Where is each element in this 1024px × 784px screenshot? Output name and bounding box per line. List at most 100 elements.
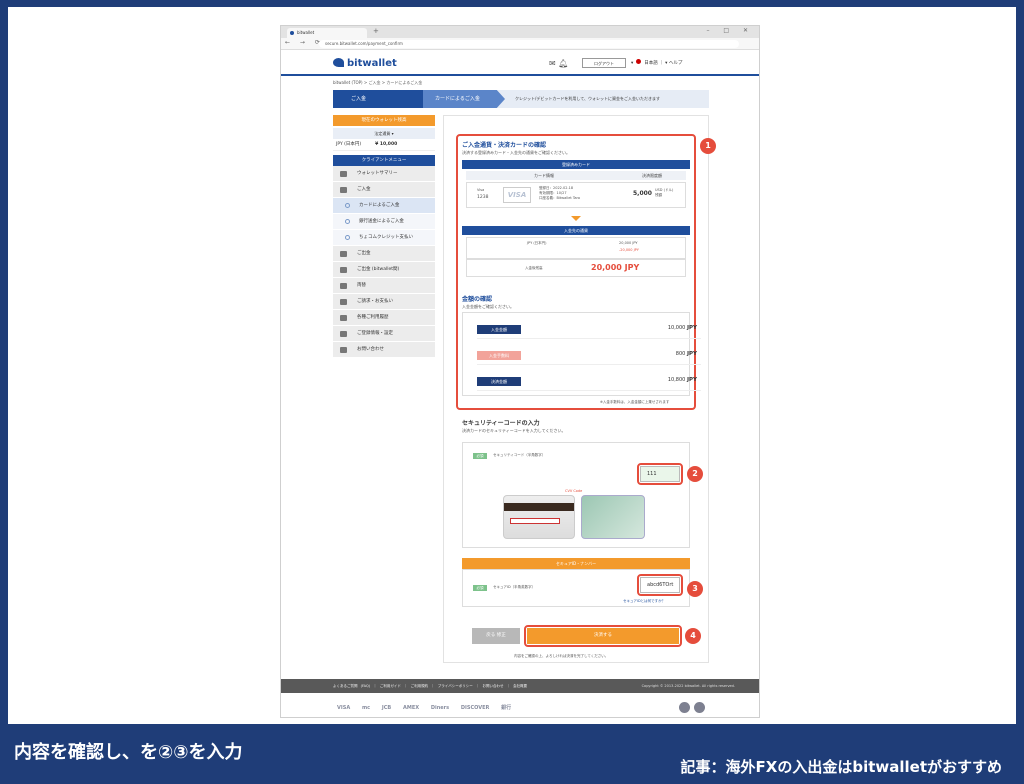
security-field-label: セキュリティコード（半角数字）	[493, 453, 546, 457]
amex-icon: AMEX	[402, 705, 420, 711]
amount-unit: JPY	[686, 351, 697, 357]
payment-logos: VISA mc JCB AMEX Diners DISCOVER 銀行	[337, 702, 707, 714]
japan-flag-icon	[636, 59, 642, 64]
header-icons[interactable]: ✉ 🔔︎	[549, 59, 568, 68]
help-link[interactable]: ヘルプ	[669, 61, 683, 66]
sidebar-menu: ウォレットサマリーご入金カードによるご入金 銀行送金によるご入金ちょコムクレジット…	[333, 166, 435, 358]
window-controls[interactable]: – □ ✕	[706, 27, 754, 34]
logo-text: bitwallet	[347, 58, 397, 69]
circle-icon	[345, 235, 350, 240]
step-bar: ご入金 カードによるご入金 クレジット/デビットカードを利用して、ウォレットに資…	[333, 90, 709, 108]
confirm-payment-button[interactable]: 決済する	[527, 628, 679, 644]
sidebar-item-label: ウォレットサマリー	[357, 171, 398, 176]
currency-select[interactable]: 法定通貨 ▾	[333, 128, 435, 139]
help-icon	[340, 347, 347, 353]
wallet-icon	[340, 171, 347, 177]
deposit-jpy1: 20,000 JPY	[619, 241, 638, 245]
sidebar-item[interactable]: ウォレットサマリー	[333, 166, 435, 182]
sidebar-item-label: お問い合わせ	[357, 347, 384, 352]
cvv-label: CVV Code	[565, 489, 583, 493]
diners-icon: Diners	[430, 705, 450, 711]
security-title: セキュリティーコードの入力	[462, 420, 540, 427]
sidebar-item[interactable]: ちょコムクレジット支払い	[333, 230, 435, 246]
sidebar-item[interactable]: ご登録情報・設定	[333, 326, 435, 342]
required-badge: 必須	[473, 453, 487, 459]
mail-icon[interactable]: ✉	[549, 59, 556, 68]
caption-left: 内容を確認し、を②③を入力	[14, 742, 243, 763]
step-badge-1: 1	[700, 138, 716, 154]
sidebar-item[interactable]: 銀行送金によるご入金	[333, 214, 435, 230]
sidebar-item[interactable]: 各種ご利用履歴	[333, 310, 435, 326]
card-back-image	[503, 495, 575, 539]
instagram-icon[interactable]	[679, 702, 690, 713]
security-code-input[interactable]: 111	[640, 466, 680, 482]
step-deposit: ご入金	[333, 90, 431, 108]
sidebar-item[interactable]: ご請求・お支払い	[333, 294, 435, 310]
limit-col: 決済限度額	[642, 173, 662, 178]
card-type: Visa	[477, 188, 485, 192]
deposit-total-row: 入金後残高 20,000 JPY	[466, 259, 686, 277]
mastercard-icon: mc	[361, 705, 371, 711]
secure-id-help-link[interactable]: セキュアIDとは何ですか？	[623, 599, 665, 604]
back-button[interactable]: 戻る 修正	[472, 628, 520, 644]
sidebar-item[interactable]: ご出金 (bitwallet間)	[333, 262, 435, 278]
deposit-currency: JPY (日本円)	[527, 241, 547, 245]
deposit-total-label: 入金後残高	[525, 266, 543, 270]
currency-select-label: 法定通貨	[374, 131, 391, 136]
secure-id-header: セキュアID・ナンバー	[462, 558, 690, 569]
step-badge-4: 4	[685, 628, 701, 644]
sidebar-item[interactable]: ご出金	[333, 246, 435, 262]
tab-title: bitwallet	[297, 30, 315, 35]
plus-icon[interactable]: +	[373, 27, 379, 35]
balance-header: 現在のウォレット残高	[333, 115, 435, 126]
confirm-title: ご入金通貨・決済カードの確認	[462, 142, 547, 149]
sidebar-item-label: 両替	[357, 283, 366, 288]
required-badge: 必須	[473, 585, 487, 591]
registered-card-row[interactable]: Visa 1238 VISA 登録日：2022.02.18 有効期限：10/27…	[466, 182, 686, 208]
card-last4: 1238	[477, 195, 489, 200]
tab-bar: bitwallet + – □ ✕	[281, 26, 759, 38]
sidebar-item-label: ご登録情報・設定	[357, 331, 393, 336]
bank-icon: 銀行	[501, 705, 512, 711]
amount-value: 10,000 JPY	[668, 325, 697, 331]
logo-icon	[333, 58, 344, 67]
deposit-total: 20,000 JPY	[591, 263, 640, 272]
amount-label: 入金手数料	[477, 351, 521, 360]
card-limit: 5,000	[633, 190, 652, 197]
amount-value: 800 JPY	[676, 351, 697, 357]
url-input[interactable]: secure.bitwallet.com/payment_confirm	[319, 40, 739, 48]
visa-logo-icon: VISA	[503, 187, 531, 203]
step-badge-2: 2	[687, 466, 703, 482]
footer-links[interactable]: よくあるご質問 (FAQ) ｜ ご利用ガイド ｜ ご利用規約 ｜ プライバシーポ…	[333, 679, 527, 693]
visa-icon: VISA	[337, 705, 351, 711]
amount-note: ※入金手数料は、入金金額に上乗せされます	[600, 400, 670, 404]
confirm-subtitle: 決済する登録済みカード・入金先の通貨をご確認ください。	[462, 150, 570, 155]
exchange-icon	[340, 283, 347, 289]
card-details: 登録日：2022.02.18 有効期限：10/27 口座名義：Bitwallet…	[539, 186, 581, 200]
amount-row: 入金金額 10,000 JPY	[477, 319, 701, 339]
deposit-currency-row: JPY (日本円) 20,000 JPY -20,000 JPY	[466, 237, 686, 259]
registered-card-header: 登録済みカード	[462, 160, 690, 169]
amount-label: 入金金額	[477, 325, 521, 334]
sidebar-item[interactable]: お問い合わせ	[333, 342, 435, 358]
security-panel: 必須 セキュリティコード（半角数字） 111 CVV Code	[462, 442, 690, 548]
sidebar-item[interactable]: 両替	[333, 278, 435, 294]
language-select[interactable]: ▾ 日本語 ｜ ▾ ヘルプ	[631, 59, 682, 66]
secure-id-input[interactable]: abcd6TOrt	[640, 577, 680, 593]
sidebar-item[interactable]: ご入金	[333, 182, 435, 198]
breadcrumb[interactable]: bitwallet (TOP) > ご入金 > カードによるご入金	[333, 80, 422, 86]
logout-button[interactable]: ログアウト	[582, 58, 626, 68]
bell-icon[interactable]: 🔔︎	[558, 59, 568, 68]
browser-tab[interactable]: bitwallet	[287, 28, 367, 38]
sidebar-item[interactable]: カードによるご入金	[333, 198, 435, 214]
amount-row: 決済金額 10,800 JPY	[477, 371, 701, 391]
sidebar-item-label: カードによるご入金	[359, 203, 400, 208]
sidebar-item-label: ご出金	[357, 251, 371, 256]
caption-right: 記事：海外FXの入出金はbitwalletがおすすめ	[680, 758, 1002, 776]
twitter-icon[interactable]	[694, 702, 705, 713]
card-table-head: カード情報 決済限度額	[466, 171, 686, 180]
bitwallet-logo[interactable]: bitwallet	[333, 58, 397, 69]
sidebar-item-label: 銀行送金によるご入金	[359, 219, 404, 224]
balance-value: ¥ 10,000	[375, 142, 398, 147]
amount-unit: JPY	[686, 325, 697, 331]
